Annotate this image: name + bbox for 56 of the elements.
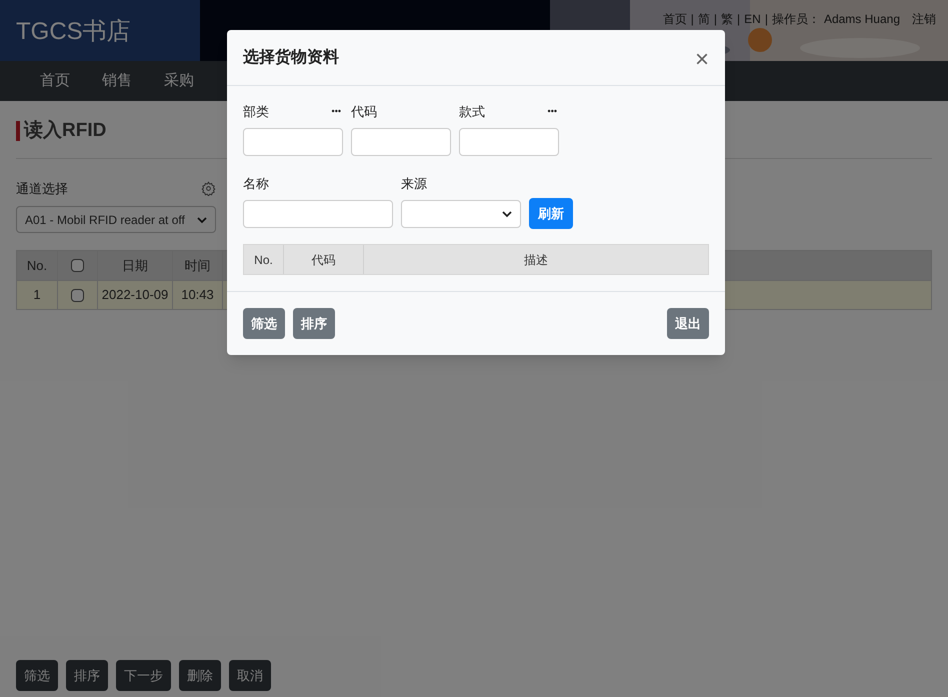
field-label: 款式 — [459, 103, 485, 122]
table-cell: 10:43 — [173, 281, 223, 309]
action-button[interactable]: 下一步 — [116, 660, 171, 691]
more-button[interactable]: ••• — [332, 105, 341, 119]
action-button[interactable]: 取消 — [229, 660, 271, 691]
nav-item[interactable]: 首页 — [24, 70, 86, 92]
table-cell: 1 — [17, 281, 58, 309]
nav-item[interactable]: 采购 — [148, 70, 210, 92]
nav-item[interactable]: 销售 — [86, 70, 148, 92]
header-link[interactable]: 简 — [698, 10, 710, 28]
field-label: 名称 — [243, 175, 270, 193]
column-header: 描述 — [523, 252, 549, 268]
column-header: 时间 — [173, 251, 223, 280]
column-header: No. — [244, 245, 284, 274]
chevron-icon — [502, 209, 512, 219]
footer-button[interactable]: 排序 — [293, 308, 335, 339]
checkbox[interactable] — [71, 259, 84, 272]
chevron-icon — [197, 214, 207, 224]
page-title: 读入RFID — [24, 118, 106, 143]
brand-title: TGCS书店 — [16, 17, 131, 47]
footer-button[interactable]: 筛选 — [243, 308, 285, 339]
separator: | — [764, 11, 768, 28]
separator: | — [737, 11, 740, 28]
field-label: 代码 — [351, 103, 377, 122]
input-field[interactable] — [243, 200, 393, 228]
action-button[interactable]: 排序 — [66, 660, 108, 691]
settings-icon[interactable] — [201, 180, 216, 196]
exit-button[interactable]: 退出 — [667, 308, 709, 339]
logout-link[interactable]: 注销 — [912, 10, 936, 28]
operator-name: Adams Huang — [824, 11, 900, 28]
column-header: No. — [17, 251, 58, 280]
action-button[interactable]: 删除 — [179, 660, 221, 691]
action-button[interactable]: 筛选 — [16, 660, 58, 691]
header-link[interactable]: 首页 — [662, 10, 687, 28]
more-button[interactable]: ••• — [548, 105, 557, 119]
input-field[interactable] — [243, 128, 343, 156]
separator: | — [714, 11, 718, 28]
channel-select[interactable]: A01 - Mobil RFID reader at off — [16, 206, 216, 233]
column-header: 代码 — [284, 245, 364, 274]
header-link[interactable]: 繁 — [721, 10, 734, 28]
source-select[interactable] — [401, 200, 521, 228]
column-header: 日期 — [98, 251, 173, 280]
field-label: 部类 — [243, 103, 269, 122]
title-accent — [16, 121, 20, 142]
dialog-title: 选择货物资料 — [243, 48, 339, 68]
close-button[interactable]: × — [694, 48, 709, 72]
input-field[interactable] — [459, 128, 559, 156]
operator-label: 操作员： — [772, 11, 820, 28]
separator: | — [690, 11, 694, 28]
refresh-button[interactable]: 刷新 — [529, 198, 573, 229]
header-link[interactable]: EN — [744, 10, 761, 28]
input-field[interactable] — [351, 128, 451, 156]
field-label: 来源 — [401, 175, 428, 193]
checkbox[interactable] — [71, 288, 84, 302]
channel-label: 通道选择 — [16, 180, 68, 198]
table-cell: 2022-10-09 — [98, 281, 173, 309]
